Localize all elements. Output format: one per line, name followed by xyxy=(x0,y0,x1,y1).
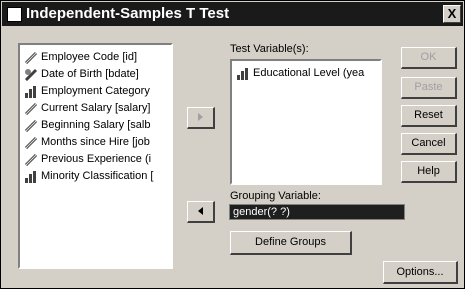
independent-samples-t-test-dialog: Independent-Samples T Test X Employee Co… xyxy=(0,0,465,289)
list-item-label: Date of Birth [bdate] xyxy=(41,68,139,80)
bar-chart-icon xyxy=(25,85,36,98)
close-button[interactable]: X xyxy=(443,5,461,23)
bar-chart-icon xyxy=(237,67,248,80)
options-button[interactable]: Options... xyxy=(383,261,458,284)
list-item[interactable]: Months since Hire [job xyxy=(24,134,150,150)
list-item[interactable]: Previous Experience (i xyxy=(24,151,151,167)
bar-chart-icon xyxy=(25,170,36,183)
list-item[interactable]: Educational Level (yea xyxy=(236,65,364,81)
move-to-grouping-button[interactable] xyxy=(187,201,215,223)
list-item-label: Employment Category xyxy=(41,85,150,97)
ruler-icon xyxy=(24,102,38,115)
list-item-label: Employee Code [id] xyxy=(41,51,137,63)
arrow-right-icon xyxy=(198,113,203,121)
define-groups-button[interactable]: Define Groups xyxy=(230,231,352,255)
move-to-test-variables-button[interactable] xyxy=(187,107,215,129)
ruler-icon xyxy=(24,51,38,64)
list-item-label: Current Salary [salary] xyxy=(41,102,151,114)
list-item[interactable]: Minority Classification [ xyxy=(24,168,153,184)
window-icon xyxy=(7,7,22,22)
dialog-title: Independent-Samples T Test xyxy=(26,5,230,22)
list-item[interactable]: Employment Category xyxy=(24,83,150,99)
date-ruler-icon xyxy=(24,68,38,81)
list-item-label: Educational Level (yea xyxy=(253,67,365,79)
help-button[interactable]: Help xyxy=(401,161,457,183)
list-item[interactable]: Beginning Salary [salb xyxy=(24,117,150,133)
list-item[interactable]: Current Salary [salary] xyxy=(24,100,150,116)
ok-button[interactable]: OK xyxy=(401,47,457,69)
test-variables-label: Test Variable(s): xyxy=(230,43,309,55)
ruler-icon xyxy=(24,136,38,149)
list-item-label: Minority Classification [ xyxy=(41,170,154,182)
arrow-left-icon xyxy=(198,207,203,215)
list-item[interactable]: Date of Birth [bdate] xyxy=(24,66,139,82)
title-bar[interactable]: Independent-Samples T Test X xyxy=(2,2,463,26)
list-item-label: Months since Hire [job xyxy=(41,136,150,148)
variable-listbox[interactable]: Employee Code [id] Date of Birth [bdate]… xyxy=(18,43,173,269)
test-variables-listbox[interactable]: Educational Level (yea xyxy=(230,59,382,185)
ruler-icon xyxy=(24,153,38,166)
paste-button[interactable]: Paste xyxy=(401,77,457,99)
list-item[interactable]: Employee Code [id] xyxy=(24,49,137,65)
grouping-variable-field[interactable]: gender(? ?) xyxy=(229,204,405,220)
reset-button[interactable]: Reset xyxy=(401,105,457,127)
list-item-label: Beginning Salary [salb xyxy=(41,119,151,131)
cancel-button[interactable]: Cancel xyxy=(401,133,457,155)
grouping-variable-label: Grouping Variable: xyxy=(230,190,321,202)
ruler-icon xyxy=(24,119,38,132)
list-item-label: Previous Experience (i xyxy=(41,153,152,165)
